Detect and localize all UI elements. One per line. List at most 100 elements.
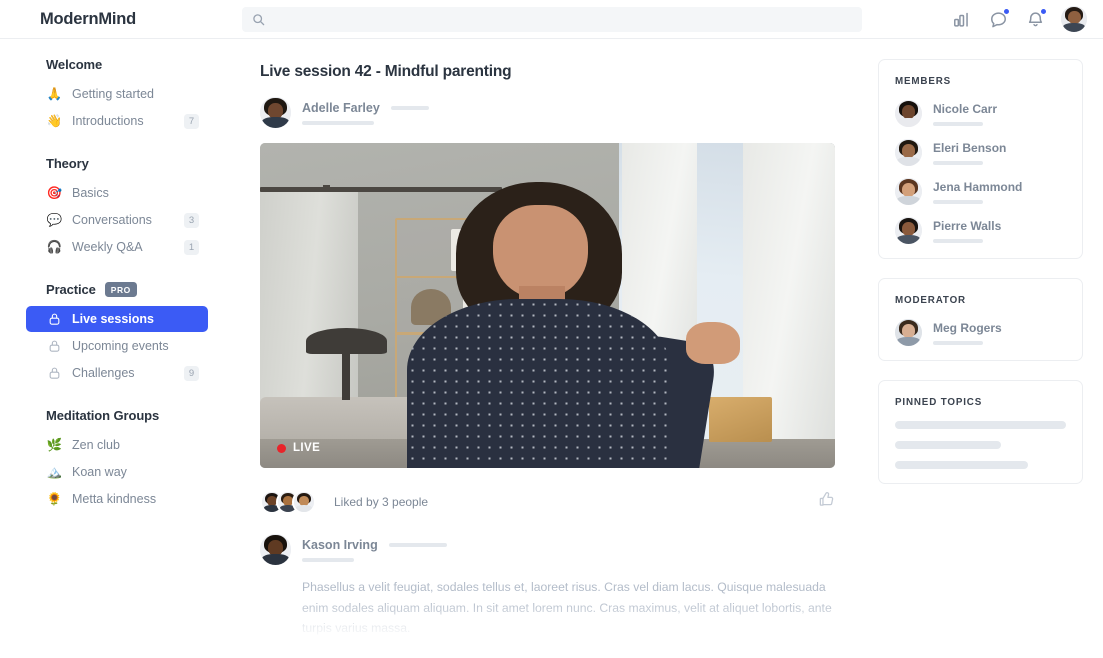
moderator-name: Meg Rogers [933,320,1002,335]
list-item[interactable]: Jena Hammond [895,178,1066,205]
avatar-art [294,492,314,512]
sidebar-item-weekly-qa[interactable]: 🎧 Weekly Q&A 1 [26,234,208,260]
avatar-art [895,319,922,346]
sidebar-item-label: Conversations [72,213,152,227]
author-skeleton-sub [302,120,374,125]
sidebar-group-label: Welcome [46,57,103,72]
sidebar-item-zen-club[interactable]: 🌿 Zen club [26,432,208,458]
member-name: Pierre Walls [933,218,1002,233]
user-avatar[interactable] [1061,6,1087,32]
avatar-art [895,217,922,244]
moderator-card: MODERATOR Meg Rogers [878,278,1083,361]
likes-row: Liked by 3 people [260,482,835,522]
members-card-title: MEMBERS [895,76,952,87]
sidebar-item-count: 1 [184,239,199,255]
app-logo[interactable]: ModernMind [0,10,228,29]
search-bar[interactable] [242,6,862,32]
sidebar-item-label: Zen club [72,438,120,452]
lock-icon [46,366,63,380]
left-sidebar: Welcome 🙏 Getting started 👋 Introduction… [0,39,228,658]
avatar[interactable] [895,139,922,166]
notifications-unread-dot [1040,8,1047,15]
thumbs-up-icon [819,492,834,506]
video-wooden-box [708,396,772,442]
pinned-topic-placeholder[interactable] [895,461,1029,469]
pinned-topic-placeholder[interactable] [895,441,1002,449]
sidebar-group-meditation: Meditation Groups 🌿 Zen club 🏔️ Koan way… [26,408,208,512]
member-skeleton [933,121,983,126]
comment-skeleton-sub [302,557,354,562]
sidebar-group-practice: Practice PRO Live sessions Upcoming even… [26,282,208,386]
live-label: LIVE [293,442,321,454]
sidebar-item-conversations[interactable]: 💬 Conversations 3 [26,207,208,233]
avatar-art [895,139,922,166]
sidebar-item-basics[interactable]: 🎯 Basics [26,180,208,206]
mountain-icon: 🏔️ [46,464,63,479]
member-name: Jena Hammond [933,179,1023,194]
avatar[interactable] [260,534,291,565]
notifications-icon[interactable] [1024,8,1047,30]
pinned-card-title: PINNED TOPICS [895,397,983,408]
avatar[interactable] [895,319,922,346]
sidebar-group-label: Theory [46,156,89,171]
author-name: Adelle Farley [302,100,380,115]
sidebar-item-getting-started[interactable]: 🙏 Getting started [26,81,208,107]
member-skeleton [933,160,983,165]
video-lamp-stem [341,347,350,400]
headphones-icon: 🎧 [46,239,63,254]
author-name-row: Adelle Farley [302,101,429,115]
sidebar-item-label: Metta kindness [72,492,157,506]
list-item[interactable]: Pierre Walls [895,217,1066,244]
comment-item: Kason Irving Phasellus a velit feugiat, … [260,534,835,639]
avatar[interactable] [895,217,922,244]
comment-author-meta: Kason Irving [302,538,447,562]
search-input[interactable] [272,6,852,32]
comment-skeleton-inline [388,542,447,547]
sidebar-group-title: Theory [46,156,208,171]
live-video-player[interactable]: LIVE [260,143,835,468]
pinned-topic-placeholder[interactable] [895,421,1066,429]
list-item[interactable]: Meg Rogers [895,319,1066,346]
sidebar-item-count: 3 [184,212,199,228]
sidebar-item-challenges[interactable]: Challenges 9 [26,360,208,386]
post-author[interactable]: Adelle Farley [260,97,860,128]
likers-avatars[interactable] [260,490,316,514]
avatar[interactable] [895,100,922,127]
sidebar-item-label: Koan way [72,465,127,479]
sidebar-item-introductions[interactable]: 👋 Introductions 7 [26,108,208,134]
sunflower-icon: 🌻 [46,491,63,506]
moderator-card-title: MODERATOR [895,295,966,306]
members-card: MEMBERS Nicole Carr Eleri Benson Jena Ha… [878,59,1083,259]
sidebar-item-label: Introductions [72,114,144,128]
herb-icon: 🌿 [46,437,63,452]
wave-icon: 👋 [46,113,63,128]
top-bar-actions [950,0,1087,38]
member-name: Nicole Carr [933,101,998,116]
comment-author-name: Kason Irving [302,537,378,552]
member-name: Eleri Benson [933,140,1007,155]
messages-icon[interactable] [987,8,1010,30]
avatar[interactable] [260,97,291,128]
speech-bubble-icon: 💬 [46,212,63,227]
sidebar-item-label: Challenges [72,366,135,380]
status-badge: LIVE [277,442,320,454]
sidebar-item-label: Basics [72,186,109,200]
avatar[interactable] [895,178,922,205]
sidebar-item-upcoming-events[interactable]: Upcoming events [26,333,208,359]
sidebar-item-live-sessions[interactable]: Live sessions [26,306,208,332]
sidebar-item-koan-way[interactable]: 🏔️ Koan way [26,459,208,485]
comment-author[interactable]: Kason Irving [260,534,835,565]
avatar[interactable] [292,490,316,514]
video-shirt-pattern [406,299,672,468]
likes-count-label: Liked by 3 people [334,495,429,509]
sidebar-group-label: Meditation Groups [46,408,160,423]
sidebar-item-count: 7 [184,113,199,129]
sidebar-group-title: Welcome [46,57,208,72]
like-button[interactable] [818,491,835,513]
sidebar-item-label: Getting started [72,87,154,101]
list-item[interactable]: Eleri Benson [895,139,1066,166]
analytics-icon[interactable] [950,8,972,30]
sidebar-item-metta-kindness[interactable]: 🌻 Metta kindness [26,486,208,512]
list-item[interactable]: Nicole Carr [895,100,1066,127]
sidebar-group-theory: Theory 🎯 Basics 💬 Conversations 3 🎧 Week… [26,156,208,260]
